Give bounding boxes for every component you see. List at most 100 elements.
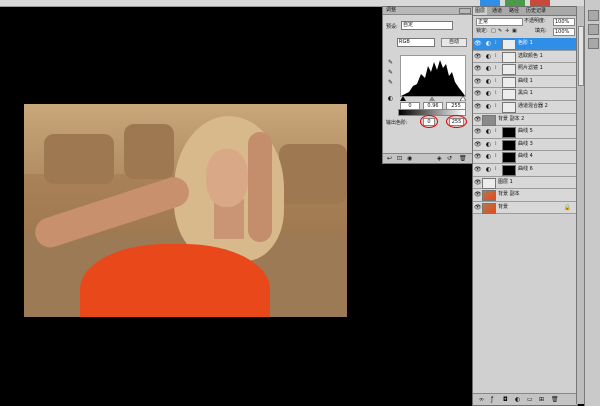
lock-transparency-icon[interactable]: □ <box>491 28 496 34</box>
adjustment-icon: ◐ <box>485 165 492 173</box>
group-icon[interactable]: ▭ <box>527 396 533 403</box>
layer-thumbnail[interactable] <box>502 64 516 76</box>
layer-thumbnail[interactable] <box>502 101 516 113</box>
layer-thumbnail[interactable] <box>502 39 516 50</box>
eye-icon[interactable]: 👁 <box>474 116 482 123</box>
auto-button[interactable]: 自动 <box>441 38 467 47</box>
previous-state-icon[interactable]: ◈ <box>437 155 442 162</box>
layer-mask-icon[interactable]: ◘ <box>503 396 508 403</box>
adjustment-icon: ◐ <box>485 90 492 98</box>
eye-icon[interactable]: 👁 <box>474 204 482 211</box>
layer-thumbnail[interactable] <box>482 114 496 126</box>
layer-thumbnail[interactable] <box>502 89 516 101</box>
tab-paths[interactable]: 路径 <box>507 7 521 15</box>
levels-panel-tab[interactable]: 调整 <box>386 7 396 14</box>
return-icon[interactable]: ↩ <box>387 155 392 162</box>
trash-icon[interactable]: 🗑 <box>551 396 559 403</box>
new-layer-icon[interactable]: ⊞ <box>539 396 544 403</box>
layer-thumbnail[interactable] <box>482 190 496 202</box>
black-eyedropper-icon[interactable]: ✎ <box>387 59 394 66</box>
mask-link-icon[interactable]: ⁞ <box>495 128 499 135</box>
lock-position-icon[interactable]: ✛ <box>505 28 509 34</box>
mask-link-icon[interactable]: ⁞ <box>495 40 499 47</box>
layer-row[interactable]: 👁 背景 副本 <box>473 189 577 202</box>
preset-label: 预设: <box>386 24 398 30</box>
layer-thumbnail[interactable] <box>502 152 516 164</box>
mask-link-icon[interactable]: ⁞ <box>495 65 499 72</box>
layer-row[interactable]: 👁 ◐ ⁞ 曲线 4 <box>473 151 577 164</box>
layer-thumbnail[interactable] <box>502 51 516 63</box>
dock-icon[interactable] <box>588 38 599 49</box>
dock-icon[interactable] <box>588 10 599 21</box>
visibility-icon[interactable]: ◉ <box>407 155 412 162</box>
layer-thumbnail[interactable] <box>502 127 516 139</box>
photo-background <box>279 144 347 204</box>
layer-style-icon[interactable]: ƒ <box>491 396 493 403</box>
mask-link-icon[interactable]: ⁞ <box>495 90 499 97</box>
white-eyedropper-icon[interactable]: ✎ <box>387 79 394 86</box>
channel-select[interactable]: RGB <box>397 38 435 47</box>
eye-icon[interactable]: 👁 <box>474 53 482 60</box>
layer-row[interactable]: 👁 ◐ ⁞ 色阶 1 <box>473 38 577 51</box>
tab-history[interactable]: 历史记录 <box>524 7 548 15</box>
eye-icon[interactable]: 👁 <box>474 65 482 72</box>
fill-field[interactable]: 100% <box>553 28 575 36</box>
layer-row[interactable]: 👁 ◐ ⁞ 黑白 1 <box>473 88 577 101</box>
layer-name: 选取颜色 1 <box>518 52 543 59</box>
eye-icon[interactable]: 👁 <box>474 103 482 110</box>
layer-thumbnail[interactable] <box>502 76 516 88</box>
tab-layers[interactable]: 图层 <box>473 7 488 15</box>
layer-row[interactable]: 👁 ◐ ⁞ 曲线 5 <box>473 126 577 139</box>
layer-thumbnail[interactable] <box>482 177 496 189</box>
dock-icon[interactable] <box>588 24 599 35</box>
mask-link-icon[interactable]: ⁞ <box>495 141 499 148</box>
trash-icon[interactable]: 🗑 <box>459 155 467 162</box>
layer-row[interactable]: 👁 背景 🔒 <box>473 201 577 215</box>
layer-row[interactable]: 👁 ◐ ⁞ 曲线 1 <box>473 75 577 89</box>
layer-row[interactable]: 👁 背景 副本 2 <box>473 113 577 127</box>
clip-icon[interactable]: ◐ <box>387 95 394 102</box>
eye-icon[interactable]: 👁 <box>474 179 482 186</box>
photo-background <box>124 124 174 179</box>
mask-link-icon[interactable]: ⁞ <box>495 103 499 110</box>
preset-select[interactable]: 自定 <box>401 21 453 30</box>
output-levels-label: 输出色阶: <box>386 120 408 126</box>
reset-icon[interactable]: ↺ <box>447 155 452 162</box>
layer-row[interactable]: 👁 ◐ ⁞ 通道混合器 2 <box>473 100 577 114</box>
clip-layer-icon[interactable]: ⊡ <box>397 155 402 162</box>
lock-image-icon[interactable]: ✎ <box>498 28 502 34</box>
layer-thumbnail[interactable] <box>502 164 516 176</box>
annotation-circle <box>420 115 438 128</box>
layer-row[interactable]: 👁 ◐ ⁞ 照片滤镜 1 <box>473 63 577 76</box>
layer-name: 黑白 1 <box>518 90 533 97</box>
eye-icon[interactable]: 👁 <box>474 78 482 85</box>
gray-eyedropper-icon[interactable]: ✎ <box>387 69 394 76</box>
eye-icon[interactable]: 👁 <box>474 90 482 97</box>
lock-all-icon[interactable]: ▣ <box>512 28 517 34</box>
mask-link-icon[interactable]: ⁞ <box>495 153 499 160</box>
layer-thumbnail[interactable] <box>482 202 496 214</box>
tab-channels[interactable]: 通道 <box>490 7 504 15</box>
mask-link-icon[interactable]: ⁞ <box>495 53 499 60</box>
eye-icon[interactable]: 👁 <box>474 166 482 173</box>
eye-icon[interactable]: 👁 <box>474 191 482 198</box>
layer-row[interactable]: 👁 图层 1 <box>473 176 577 190</box>
link-layers-icon[interactable]: ∞ <box>479 396 484 403</box>
layer-row[interactable]: 👁 ◐ ⁞ 选取颜色 1 <box>473 50 577 64</box>
opacity-field[interactable]: 100% <box>553 18 575 26</box>
layer-row[interactable]: 👁 ◐ ⁞ 曲线 6 <box>473 163 577 177</box>
adjustment-icon: ◐ <box>485 140 492 148</box>
panel-menu-icon[interactable] <box>459 8 471 14</box>
adjustment-layer-icon[interactable]: ◐ <box>515 396 520 403</box>
mask-link-icon[interactable]: ⁞ <box>495 166 499 173</box>
layer-row[interactable]: 👁 ◐ ⁞ 曲线 3 <box>473 138 577 152</box>
photo-canvas[interactable] <box>24 104 347 317</box>
input-sliders[interactable] <box>400 96 466 101</box>
eye-icon[interactable]: 👁 <box>474 141 482 148</box>
blend-mode-select[interactable]: 正常 <box>476 18 523 26</box>
eye-icon[interactable]: 👁 <box>474 40 482 47</box>
layer-thumbnail[interactable] <box>502 139 516 151</box>
eye-icon[interactable]: 👁 <box>474 153 482 160</box>
eye-icon[interactable]: 👁 <box>474 128 482 135</box>
mask-link-icon[interactable]: ⁞ <box>495 78 499 85</box>
